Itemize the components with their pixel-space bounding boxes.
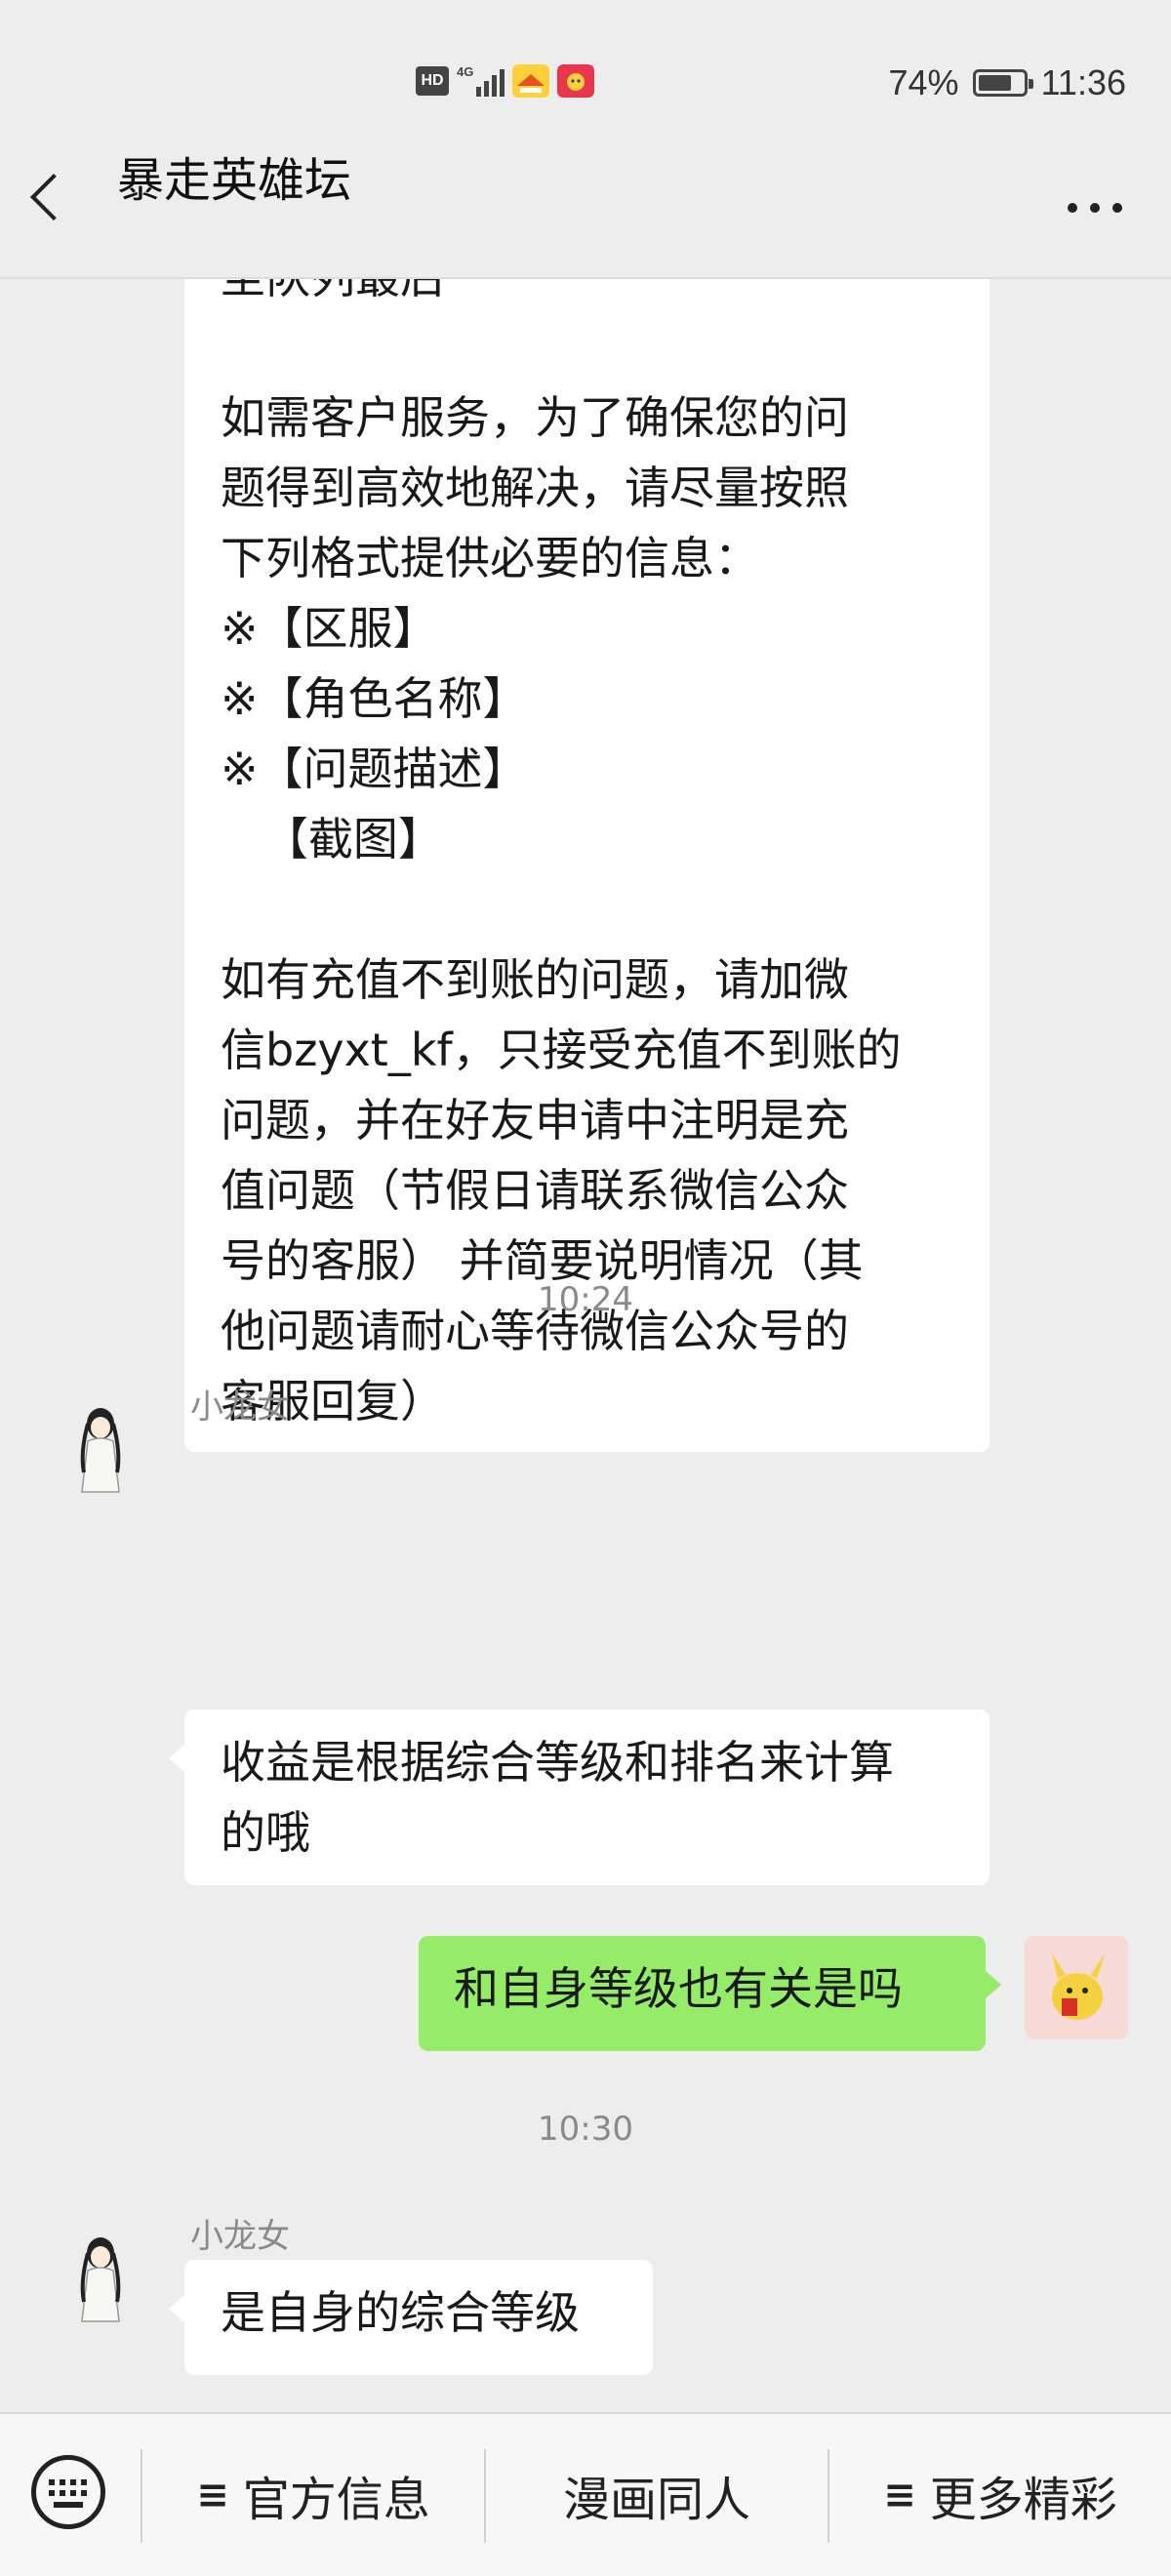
message-line: 如有充值不到账的问题，请加微 xyxy=(221,953,849,1006)
menu-label: 更多精彩 xyxy=(929,2473,1117,2527)
menu-official-info[interactable]: ≡ 官方信息 xyxy=(142,2414,484,2576)
message-line: 信bzyxt_kf，只接受充值不到账的 xyxy=(221,1024,902,1076)
message-line: 问题，并在好友申请中注明是充 xyxy=(221,1094,849,1147)
message-line xyxy=(221,874,954,945)
message-line: 的哦 xyxy=(221,1806,310,1859)
message-list[interactable]: 至队列最后如需客户服务，为了确保您的问题得到高效地解决，请尽量按照下列格式提供必… xyxy=(0,279,1171,2412)
message-line xyxy=(221,312,954,382)
message-bubble-incoming[interactable]: 至队列最后如需客户服务，为了确保您的问题得到高效地解决，请尽量按照下列格式提供必… xyxy=(184,279,989,1452)
message-bubble-outgoing[interactable]: 和自身等级也有关是吗 xyxy=(419,1936,1001,2051)
message-line: 收益是根据综合等级和排名来计算 xyxy=(221,1736,894,1789)
chat-title: 暴走英雄坛 xyxy=(117,153,352,208)
menu-label: 官方信息 xyxy=(242,2473,430,2527)
more-dots-icon[interactable] xyxy=(1068,203,1122,213)
menu-list-icon: ≡ xyxy=(883,2473,916,2517)
message-line: 下列格式提供必要的信息： xyxy=(221,532,759,584)
keyboard-icon[interactable] xyxy=(31,2455,105,2529)
message-bubble-incoming[interactable]: 是自身的综合等级 xyxy=(169,2260,653,2375)
avatar-xiaolongnv[interactable] xyxy=(49,1394,152,1498)
avatar-xiaolongnv[interactable] xyxy=(49,2224,152,2327)
message-line: 如需客户服务，为了确保您的问 xyxy=(221,391,849,444)
message-text: 是自身的综合等级 xyxy=(221,2286,580,2339)
sender-name: 小龙女 xyxy=(190,1388,290,1427)
status-bar: HD 4G 74% 11:36 xyxy=(0,0,1171,102)
network-type: 4G xyxy=(457,64,474,79)
message-text: 至队列最后如需客户服务，为了确保您的问题得到高效地解决，请尽量按照下列格式提供必… xyxy=(221,279,954,1436)
menu-more-highlights[interactable]: ≡ 更多精彩 xyxy=(829,2414,1171,2576)
message-line: ※【问题描述】 xyxy=(221,743,528,795)
message-line: 至队列最后 xyxy=(221,279,954,312)
timestamp: 10:30 xyxy=(538,2110,633,2149)
message-line: 【截图】 xyxy=(221,813,443,865)
message-bubble-incoming[interactable]: 收益是根据综合等级和排名来计算 的哦 xyxy=(169,1710,989,1885)
message-line: ※【区服】 xyxy=(221,602,438,655)
bottom-menu: ≡ 官方信息 漫画同人 ≡ 更多精彩 xyxy=(0,2412,1171,2576)
chevron-left-icon[interactable] xyxy=(29,173,78,221)
message-line: 题得到高效地解决，请尽量按照 xyxy=(221,462,849,514)
menu-list-icon: ≡ xyxy=(196,2473,229,2517)
menu-comics-fanart[interactable]: 漫画同人 xyxy=(486,2414,828,2576)
message-text: 和自身等级也有关是吗 xyxy=(454,1962,903,2015)
message-line: 值问题（节假日请联系微信公众 xyxy=(221,1164,849,1217)
message-line: 客服回复） xyxy=(221,1375,445,1428)
sender-name: 小龙女 xyxy=(190,2217,290,2256)
timestamp: 10:24 xyxy=(538,1280,633,1319)
avatar-self[interactable] xyxy=(1025,1936,1128,2039)
menu-label: 漫画同人 xyxy=(562,2473,750,2527)
message-line: ※【角色名称】 xyxy=(221,672,528,725)
